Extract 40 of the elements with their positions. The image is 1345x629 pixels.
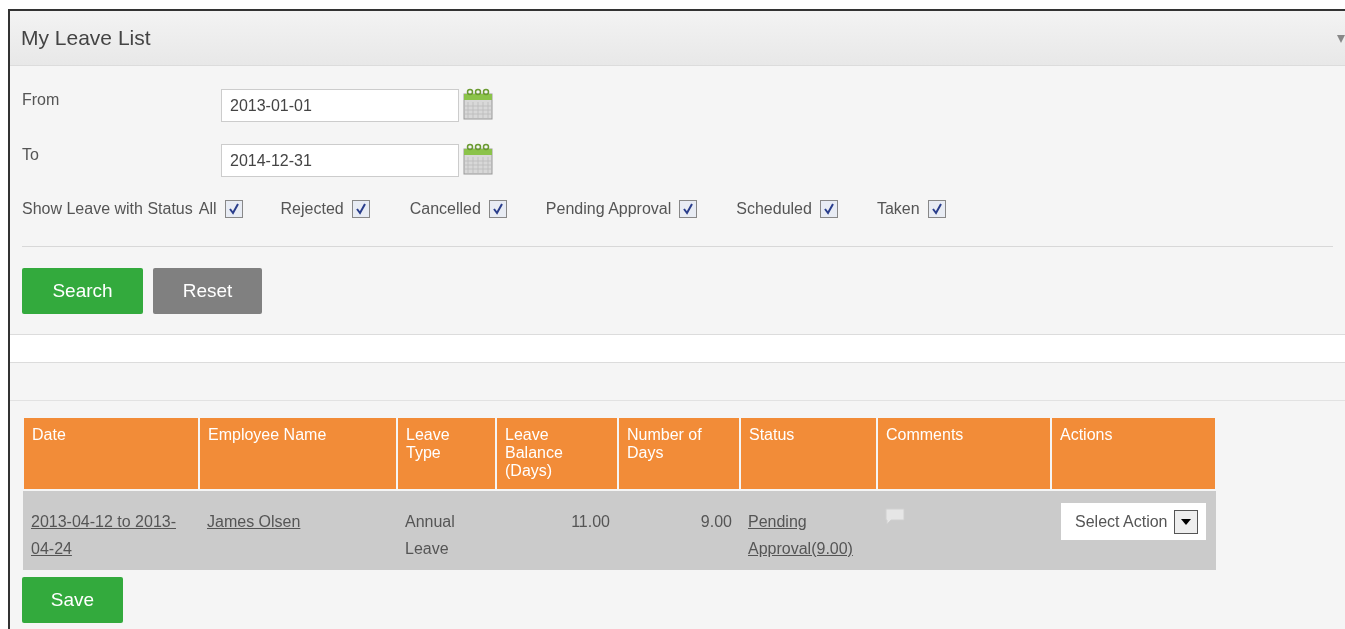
column-header[interactable]: Employee Name [199, 418, 397, 490]
checkbox-label: Taken [876, 199, 920, 219]
caret-icon [1180, 518, 1191, 525]
save-button[interactable]: Save [22, 577, 123, 623]
collapse-icon[interactable] [1337, 35, 1345, 43]
button[interactable]: Reset [153, 268, 262, 314]
field-label: To [22, 145, 40, 165]
status-label: Show Leave with Status [22, 199, 193, 219]
checkbox-label: Cancelled [409, 199, 481, 219]
checkbox[interactable] [819, 200, 838, 218]
checkbox[interactable] [927, 200, 946, 218]
checkbox[interactable] [224, 200, 243, 218]
checkbox[interactable] [679, 200, 698, 218]
panel-title: My Leave List [21, 25, 151, 52]
column-header[interactable]: Date [23, 418, 199, 490]
table-link[interactable]: Pending Approval(9.00) [748, 508, 869, 562]
table-link[interactable]: 2013-04-12 to 2013-04-24 [31, 508, 191, 562]
table-cell: 9.00 [700, 513, 732, 530]
table-cell: 11.00 [571, 513, 610, 530]
column-header[interactable]: Leave Type [397, 418, 496, 490]
table-cell: Annual Leave [405, 513, 455, 557]
calendar-icon[interactable] [463, 88, 493, 120]
calendar-icon[interactable] [463, 143, 493, 175]
checkbox[interactable] [488, 200, 507, 218]
column-header[interactable]: Status [740, 418, 877, 490]
column-header[interactable]: Leave Balance (Days) [496, 418, 618, 490]
column-header[interactable]: Comments [877, 418, 1051, 490]
date-field[interactable]: 2014-12-31 [221, 144, 459, 177]
column-header[interactable]: Actions [1051, 418, 1216, 490]
field-label: From [22, 90, 61, 110]
checkbox[interactable] [351, 200, 370, 218]
checkbox-label: Scheduled [736, 199, 812, 219]
action-dropdown[interactable]: Select Action [1061, 503, 1206, 540]
checkbox-label: Pending Approval [545, 199, 672, 219]
checkbox-label: Rejected [280, 199, 344, 219]
checkbox-label: All [198, 199, 217, 219]
column-header[interactable]: Number of Days [618, 418, 740, 490]
date-field[interactable]: 2013-01-01 [221, 89, 459, 122]
button[interactable]: Search [22, 268, 143, 314]
table-link[interactable]: James Olsen [207, 508, 389, 535]
